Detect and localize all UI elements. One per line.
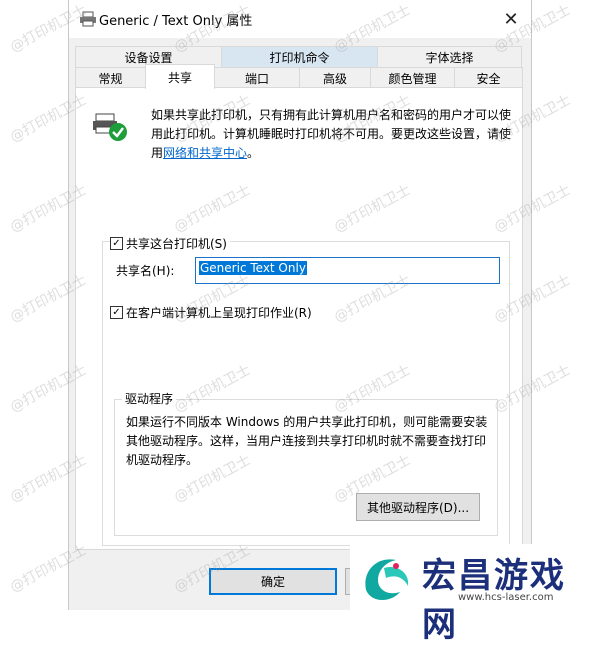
drivers-description: 如果运行不同版本 Windows 的用户共享此打印机，则可能需要安装其他驱动程序… (126, 415, 488, 467)
tab-label: 端口 (244, 71, 269, 86)
sharing-info-text: 如果共享此打印机，只有拥有此计算机用户名和密码的用户才可以使用此打印机。计算机睡… (151, 106, 516, 163)
tab-label: 高级 (322, 71, 347, 86)
sharing-panel: 如果共享此打印机，只有拥有此计算机用户名和密码的用户才可以使用此打印机。计算机睡… (75, 87, 523, 550)
tab-advanced[interactable]: 高级 (299, 67, 371, 88)
tab-security[interactable]: 安全 (454, 67, 523, 88)
render-jobs-checkbox[interactable]: ✓ (110, 306, 123, 319)
network-sharing-center-link[interactable]: 网络和共享中心 (163, 146, 247, 160)
close-icon: ✕ (503, 8, 519, 30)
share-printer-checkbox[interactable]: ✓ (110, 237, 123, 250)
render-jobs-checkbox-row[interactable]: ✓ 在客户端计算机上呈现打印作业(R) (110, 304, 315, 321)
tab-label: 常规 (98, 71, 123, 86)
tab-label: 打印机命令 (269, 50, 330, 65)
tab-label: 字体选择 (425, 50, 474, 65)
window-title: Generic / Text Only 属性 (99, 14, 253, 29)
share-name-label: 共享名(H): (116, 264, 175, 278)
share-printer-label: 共享这台打印机(S) (126, 237, 227, 251)
tab-ports[interactable]: 端口 (214, 67, 300, 88)
render-jobs-label: 在客户端计算机上呈现打印作业(R) (126, 306, 312, 320)
tab-color-management[interactable]: 颜色管理 (370, 67, 455, 88)
tab-label: 共享 (167, 70, 192, 85)
drivers-legend: 驱动程序 (122, 390, 177, 407)
tab-font-selection[interactable]: 字体选择 (377, 46, 522, 67)
share-name-value: Generic Text Only (199, 261, 307, 275)
tab-printer-commands[interactable]: 打印机命令 (221, 46, 378, 67)
tab-row-bottom: 常规 共享 端口 高级 颜色管理 安全 (75, 64, 523, 89)
close-button[interactable]: ✕ (491, 0, 531, 38)
shared-printer-icon (93, 113, 127, 141)
tab-label: 安全 (476, 71, 501, 86)
share-name-input[interactable]: Generic Text Only (195, 257, 500, 284)
tab-label: 设备设置 (124, 50, 173, 65)
tab-row-top: 设备设置 打印机命令 字体选择 (75, 46, 522, 67)
ok-button[interactable]: 确定 (209, 568, 337, 595)
info-suffix: 。 (247, 146, 260, 160)
tab-sharing[interactable]: 共享 (145, 64, 215, 89)
properties-dialog: Generic / Text Only 属性 ✕ 设备设置 打印机命令 字体选择… (68, 0, 532, 610)
share-printer-checkbox-row[interactable]: ✓ 共享这台打印机(S) (110, 235, 230, 252)
tab-general[interactable]: 常规 (75, 67, 146, 88)
printer-icon (80, 11, 96, 27)
dragon-logo-icon (365, 559, 409, 600)
promo-url: www.hcs-laser.com (458, 592, 554, 603)
promo-banner: 宏昌游戏网 www.hcs-laser.com (350, 544, 600, 645)
title-bar[interactable]: Generic / Text Only 属性 ✕ (69, 0, 531, 38)
additional-drivers-button[interactable]: 其他驱动程序(D)... (356, 493, 480, 521)
tab-label: 颜色管理 (388, 71, 437, 86)
